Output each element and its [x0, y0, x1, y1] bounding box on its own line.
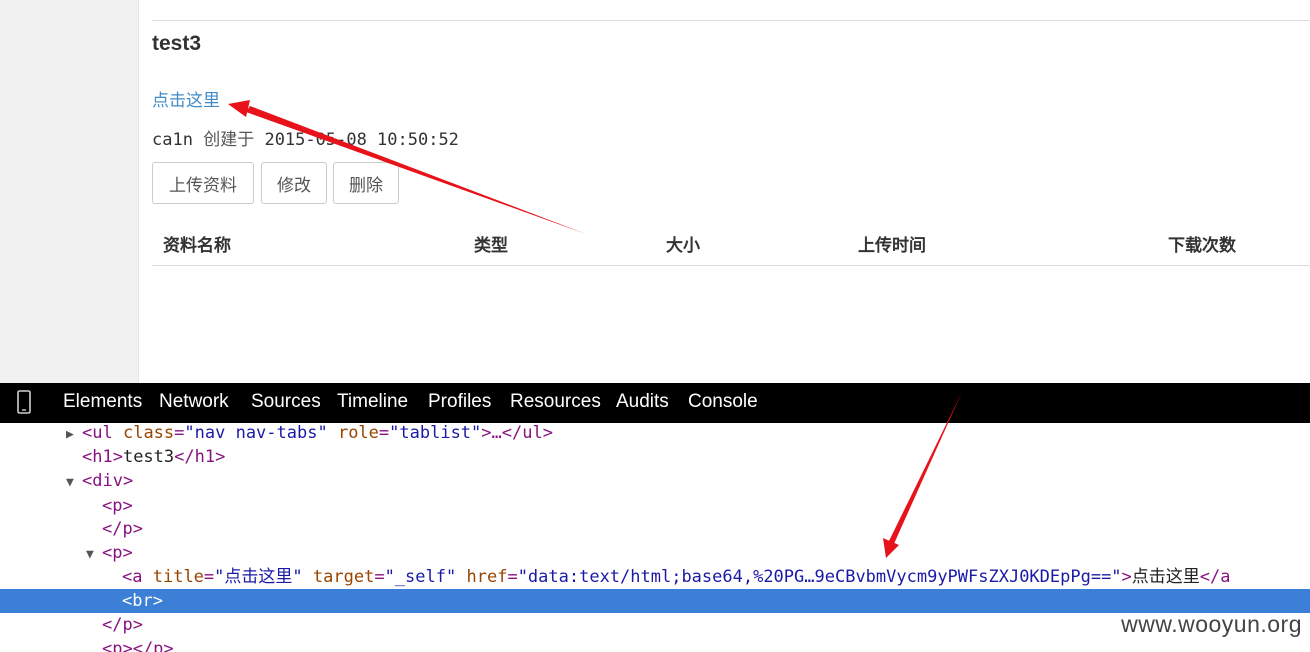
meta-label: 创建于: [203, 130, 255, 150]
tab-resources[interactable]: Resources: [510, 391, 601, 413]
watermark: www.wooyun.org: [1121, 611, 1302, 637]
tab-elements[interactable]: Elements: [63, 391, 142, 413]
dom-node-ul[interactable]: ▶ <ul class="nav nav-tabs" role="tablist"…: [0, 423, 1310, 445]
delete-button[interactable]: 删除: [333, 162, 399, 204]
dom-node-p-open[interactable]: <p>: [0, 494, 1310, 518]
collapse-triangle-icon[interactable]: ▼: [86, 543, 102, 567]
dom-node-p-close-2[interactable]: </p>: [0, 613, 1310, 637]
dom-node-p-empty[interactable]: <p></p>: [0, 637, 1310, 652]
col-header-size: 大小: [666, 236, 700, 256]
dom-node-a[interactable]: <a title="点击这里" target="_self" href="dat…: [0, 565, 1310, 589]
edit-button[interactable]: 修改: [261, 162, 327, 204]
tab-timeline[interactable]: Timeline: [337, 391, 408, 413]
meta-user: ca1n: [152, 130, 193, 150]
nav-tabs-divider: [152, 20, 1310, 21]
col-header-download-count: 下载次数: [1168, 236, 1236, 256]
col-header-name: 资料名称: [163, 236, 231, 256]
dom-node-p-close[interactable]: </p>: [0, 517, 1310, 541]
created-meta: ca1n 创建于 2015-05-08 10:50:52: [152, 125, 459, 150]
col-header-type: 类型: [474, 236, 508, 256]
page-title: test3: [152, 32, 202, 55]
tab-console[interactable]: Console: [688, 391, 758, 413]
upload-button[interactable]: 上传资料: [152, 162, 254, 204]
dom-node-h1[interactable]: <h1>test3</h1>: [0, 445, 1310, 469]
expand-triangle-icon[interactable]: ▶: [66, 423, 82, 447]
devtools-toolbar: Elements Network Sources Timeline Profil…: [0, 383, 1310, 423]
click-here-link[interactable]: 点击这里: [152, 86, 220, 111]
tab-network[interactable]: Network: [159, 391, 229, 413]
left-sidebar: [0, 0, 139, 383]
dom-node-br-selected[interactable]: <br>: [0, 589, 1310, 613]
mobile-device-icon[interactable]: [16, 390, 32, 414]
dom-node-div[interactable]: ▼ <div>: [0, 469, 1310, 493]
dom-node-p-expanded[interactable]: ▼ <p>: [0, 541, 1310, 565]
collapse-triangle-icon[interactable]: ▼: [66, 471, 82, 495]
table-header-divider: [152, 265, 1310, 266]
tab-profiles[interactable]: Profiles: [428, 391, 491, 413]
page-content: test3 点击这里 ca1n 创建于 2015-05-08 10:50:52 …: [0, 0, 1310, 383]
tab-audits[interactable]: Audits: [616, 391, 669, 413]
meta-datetime: 2015-05-08 10:50:52: [264, 130, 459, 150]
href-value[interactable]: "data:text/html;base64,%20PG…9eCBvbmVycm…: [518, 567, 1122, 587]
col-header-upload-time: 上传时间: [858, 236, 926, 256]
dom-tree: ▶ <ul class="nav nav-tabs" role="tablist"…: [0, 423, 1310, 652]
tab-sources[interactable]: Sources: [251, 391, 321, 413]
